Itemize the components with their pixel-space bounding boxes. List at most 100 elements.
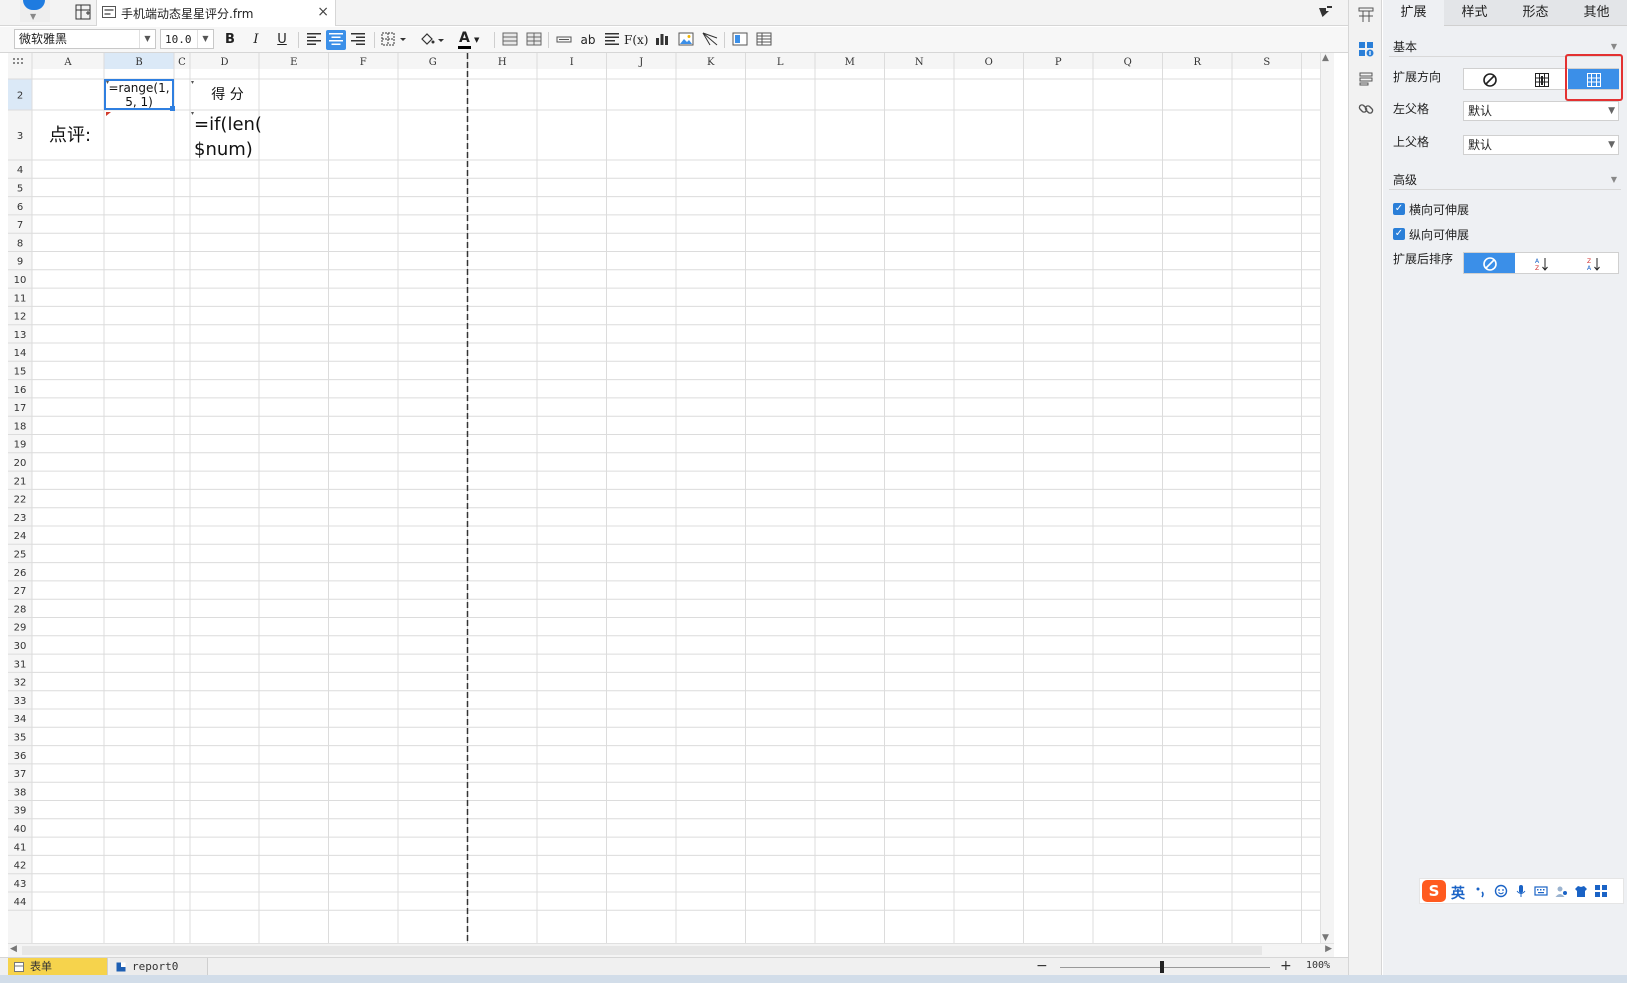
cell-attributes-icon[interactable] [1357,40,1375,58]
formula-button[interactable]: F(x) [624,30,648,50]
sort-none-option[interactable] [1464,253,1515,273]
left-parent-select[interactable]: 默认 ▼ [1463,101,1619,121]
punctuation-icon[interactable] [1474,884,1488,898]
fill-handle[interactable] [170,106,175,111]
border-button[interactable] [380,30,410,50]
scroll-right-icon[interactable]: ▶ [1325,944,1332,954]
toolbox-icon[interactable] [1594,884,1608,898]
italic-button[interactable]: I [246,30,266,50]
vertical-expandable-checkbox[interactable]: ✓ [1393,228,1405,240]
row-header-42: 42 [14,861,27,872]
top-parent-select[interactable]: 默认 ▼ [1463,135,1619,155]
toolbar-divider [494,32,495,48]
zoom-out-button[interactable]: − [1036,958,1048,974]
panel-tab-bar: 扩展 样式 形态 其他 [1383,0,1627,26]
top-parent-value: 默认 [1468,138,1493,152]
text-button[interactable]: ab [578,30,598,50]
horizontal-expandable-checkbox[interactable]: ✓ [1393,203,1405,215]
row-header-28: 28 [14,604,27,615]
emoji-icon[interactable] [1494,884,1508,898]
bold-button[interactable]: B [220,30,240,50]
zoom-in-button[interactable]: + [1280,958,1292,974]
toolbar-divider [298,32,299,48]
tab-display-form[interactable]: 形态 [1505,0,1566,26]
ime-language[interactable]: 英 [1451,883,1465,903]
vertical-scrollbar[interactable]: ▲ ▼ [1320,53,1334,943]
font-color-button[interactable]: A ▼ [456,30,486,50]
expand-vertical-option[interactable] [1516,69,1567,89]
svg-text:Z: Z [1587,258,1591,265]
insert-text-button[interactable] [554,30,574,50]
table-button[interactable] [754,30,774,50]
align-center-button[interactable] [326,30,346,50]
cell-b2-formula-continued: 5, 1) [125,95,153,109]
insert-image-button[interactable] [676,30,696,50]
widget-settings-icon[interactable] [1357,70,1375,88]
zoom-slider-track[interactable] [1060,967,1270,968]
wrap-text-button[interactable] [602,30,622,50]
diagonal-line-icon [702,32,718,46]
sort-descending-option[interactable]: ZA [1568,253,1619,273]
tab-bar: ▼ 手机端动态星星评分.frm × [0,0,1348,26]
hyperlink-icon[interactable] [1357,100,1375,118]
expand-none-option[interactable] [1464,69,1515,89]
keyboard-icon[interactable] [1534,884,1548,898]
underline-button[interactable]: U [272,30,292,50]
cell-a3-text: 点评: [49,125,91,146]
row-header-4: 4 [17,165,23,176]
sheet-tab-form[interactable]: 表单 [8,958,108,976]
row-header-17: 17 [14,403,27,414]
layout-panel-icon[interactable] [1357,6,1375,24]
split-cells-button[interactable] [524,30,544,50]
merge-cells-button[interactable] [500,30,520,50]
left-parent-value: 默认 [1468,104,1493,118]
font-family-value: 微软雅黑 [19,32,68,46]
font-family-select[interactable]: 微软雅黑 ▼ [14,29,156,49]
align-center-icon [329,33,343,45]
sogou-logo[interactable]: S [1422,880,1446,902]
insert-chart-button[interactable] [652,30,672,50]
taskbar-edge [0,975,1627,983]
font-size-select[interactable]: 10.0 ▼ [160,29,214,49]
skin-icon[interactable] [1574,884,1588,898]
align-right-button[interactable] [348,30,368,50]
close-tab-icon[interactable]: × [317,3,329,21]
cell-element-button[interactable] [730,30,750,50]
align-left-button[interactable] [304,30,324,50]
horizontal-scroll-thumb[interactable] [22,946,1262,955]
column-header-o: O [985,57,993,68]
sheet-tab-report[interactable]: report0 [110,958,208,976]
insert-slash-button[interactable] [700,30,720,50]
microphone-icon[interactable] [1514,884,1528,898]
sub-report-icon [732,32,748,46]
row-header-25: 25 [14,549,27,560]
tab-list-dropdown-icon[interactable] [1316,4,1334,20]
zoom-slider-thumb[interactable] [1160,961,1164,973]
tab-expand[interactable]: 扩展 [1383,0,1444,26]
user-icon[interactable] [1554,884,1568,898]
row-header-21: 21 [14,476,27,487]
new-report-icon[interactable] [75,4,91,20]
tab-other[interactable]: 其他 [1566,0,1627,26]
tab-style[interactable]: 样式 [1444,0,1505,26]
horizontal-scrollbar[interactable]: ◀ ▶ [8,943,1334,957]
spreadsheet-grid[interactable]: A B C D E F G H I J K L M N O P Q R S 2 3 4 5 6 7 8 9 10 11 12 13 14 15 1… [8,53,1320,943]
column-header-n: N [915,57,924,68]
chevron-down-icon: ▼ [197,30,213,48]
scroll-up-icon[interactable]: ▲ [1322,53,1329,63]
column-header-l: L [777,57,784,68]
document-tab[interactable]: 手机端动态星星评分.frm × [96,0,336,26]
scroll-down-icon[interactable]: ▼ [1322,933,1329,943]
row-header-27: 27 [14,586,27,597]
section-advanced-header[interactable]: 高级 ▼ [1389,170,1621,190]
row-header-35: 35 [14,732,27,743]
caret-down-icon: ▼ [30,12,37,21]
format-toolbar: 微软雅黑 ▼ 10.0 ▼ B I U A ▼ ab F(x) [0,27,1348,53]
sort-ascending-option[interactable]: AZ [1516,253,1567,273]
table-icon [756,32,772,46]
scroll-left-icon[interactable]: ◀ [10,944,17,954]
row-header-30: 30 [14,641,27,652]
column-header-s: S [1263,57,1270,68]
app-logo[interactable]: ▼ [20,0,50,22]
fill-color-button[interactable] [418,30,448,50]
